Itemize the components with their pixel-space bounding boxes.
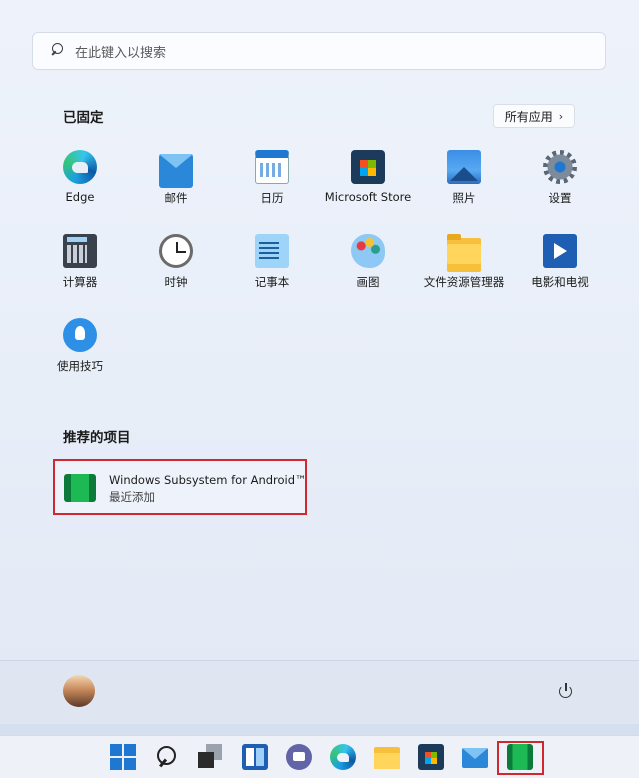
teams-chat-icon[interactable] (286, 744, 312, 770)
recommended-item-name: Windows Subsystem for Android™ (109, 473, 307, 487)
mail-icon (159, 154, 193, 188)
store-icon (351, 150, 385, 184)
pinned-app-paint[interactable]: 画图 (320, 234, 416, 304)
pinned-app-edge[interactable]: Edge (32, 150, 128, 220)
app-label: 记事本 (254, 275, 290, 289)
start-icon[interactable] (110, 744, 136, 770)
start-menu: 在此键入以搜索 已固定 所有应用 › Edge 邮件 日历 Microsoft … (0, 0, 639, 724)
app-label: 时钟 (164, 275, 188, 289)
avatar[interactable] (63, 675, 95, 707)
search-icon[interactable] (154, 744, 180, 770)
edge-icon[interactable] (330, 744, 356, 770)
clock-icon (159, 234, 193, 268)
pinned-app-store[interactable]: Microsoft Store (320, 150, 416, 220)
pinned-app-calculator[interactable]: 计算器 (32, 234, 128, 304)
recommended-item-android-subsystem[interactable]: Windows Subsystem for Android™ 最近添加 (53, 459, 307, 515)
app-label: 画图 (356, 275, 380, 289)
app-label: 计算器 (62, 275, 98, 289)
app-label: 照片 (452, 191, 476, 205)
app-label: 文件资源管理器 (423, 275, 505, 289)
pinned-app-photos[interactable]: 照片 (416, 150, 512, 220)
app-label: Microsoft Store (324, 190, 412, 204)
chevron-right-icon: › (558, 109, 564, 123)
search-placeholder: 在此键入以搜索 (75, 45, 167, 61)
recommended-title: 推荐的项目 (63, 430, 131, 446)
recommended-item-subtitle: 最近添加 (109, 490, 155, 504)
all-apps-button[interactable]: 所有应用 › (493, 104, 575, 128)
movies-icon (543, 234, 577, 268)
gear-icon (543, 150, 577, 184)
file-explorer-icon[interactable] (374, 747, 400, 769)
app-label: 设置 (548, 191, 572, 205)
calculator-icon (63, 234, 97, 268)
edge-icon (63, 150, 97, 184)
photos-icon (447, 150, 481, 184)
pinned-app-movies-tv[interactable]: 电影和电视 (512, 234, 608, 304)
pinned-app-file-explorer[interactable]: 文件资源管理器 (416, 234, 512, 304)
task-view-icon[interactable] (198, 744, 224, 770)
app-label: 电影和电视 (531, 275, 589, 289)
widgets-icon[interactable] (242, 744, 268, 770)
mail-icon[interactable] (462, 748, 488, 768)
highlight-box (497, 741, 544, 775)
pinned-title: 已固定 (63, 110, 104, 126)
start-footer (0, 660, 639, 724)
pinned-app-mail[interactable]: 邮件 (128, 150, 224, 220)
search-icon (49, 42, 67, 60)
notepad-icon (255, 234, 289, 268)
calendar-icon (255, 150, 289, 184)
app-label: Edge (65, 190, 95, 204)
app-label: 使用技巧 (57, 359, 103, 373)
power-icon[interactable] (558, 683, 574, 699)
pinned-app-settings[interactable]: 设置 (512, 150, 608, 220)
tips-icon (63, 318, 97, 352)
android-subsystem-icon (64, 474, 96, 502)
store-icon[interactable] (418, 744, 444, 770)
search-box[interactable]: 在此键入以搜索 (32, 32, 606, 70)
app-label: 日历 (260, 191, 284, 205)
all-apps-label: 所有应用 (504, 109, 553, 124)
pinned-app-tips[interactable]: 使用技巧 (32, 318, 128, 388)
paint-icon (351, 234, 385, 268)
folder-icon (447, 234, 481, 272)
pinned-app-notepad[interactable]: 记事本 (224, 234, 320, 304)
pinned-app-calendar[interactable]: 日历 (224, 150, 320, 220)
pinned-app-clock[interactable]: 时钟 (128, 234, 224, 304)
app-label: 邮件 (164, 191, 188, 205)
